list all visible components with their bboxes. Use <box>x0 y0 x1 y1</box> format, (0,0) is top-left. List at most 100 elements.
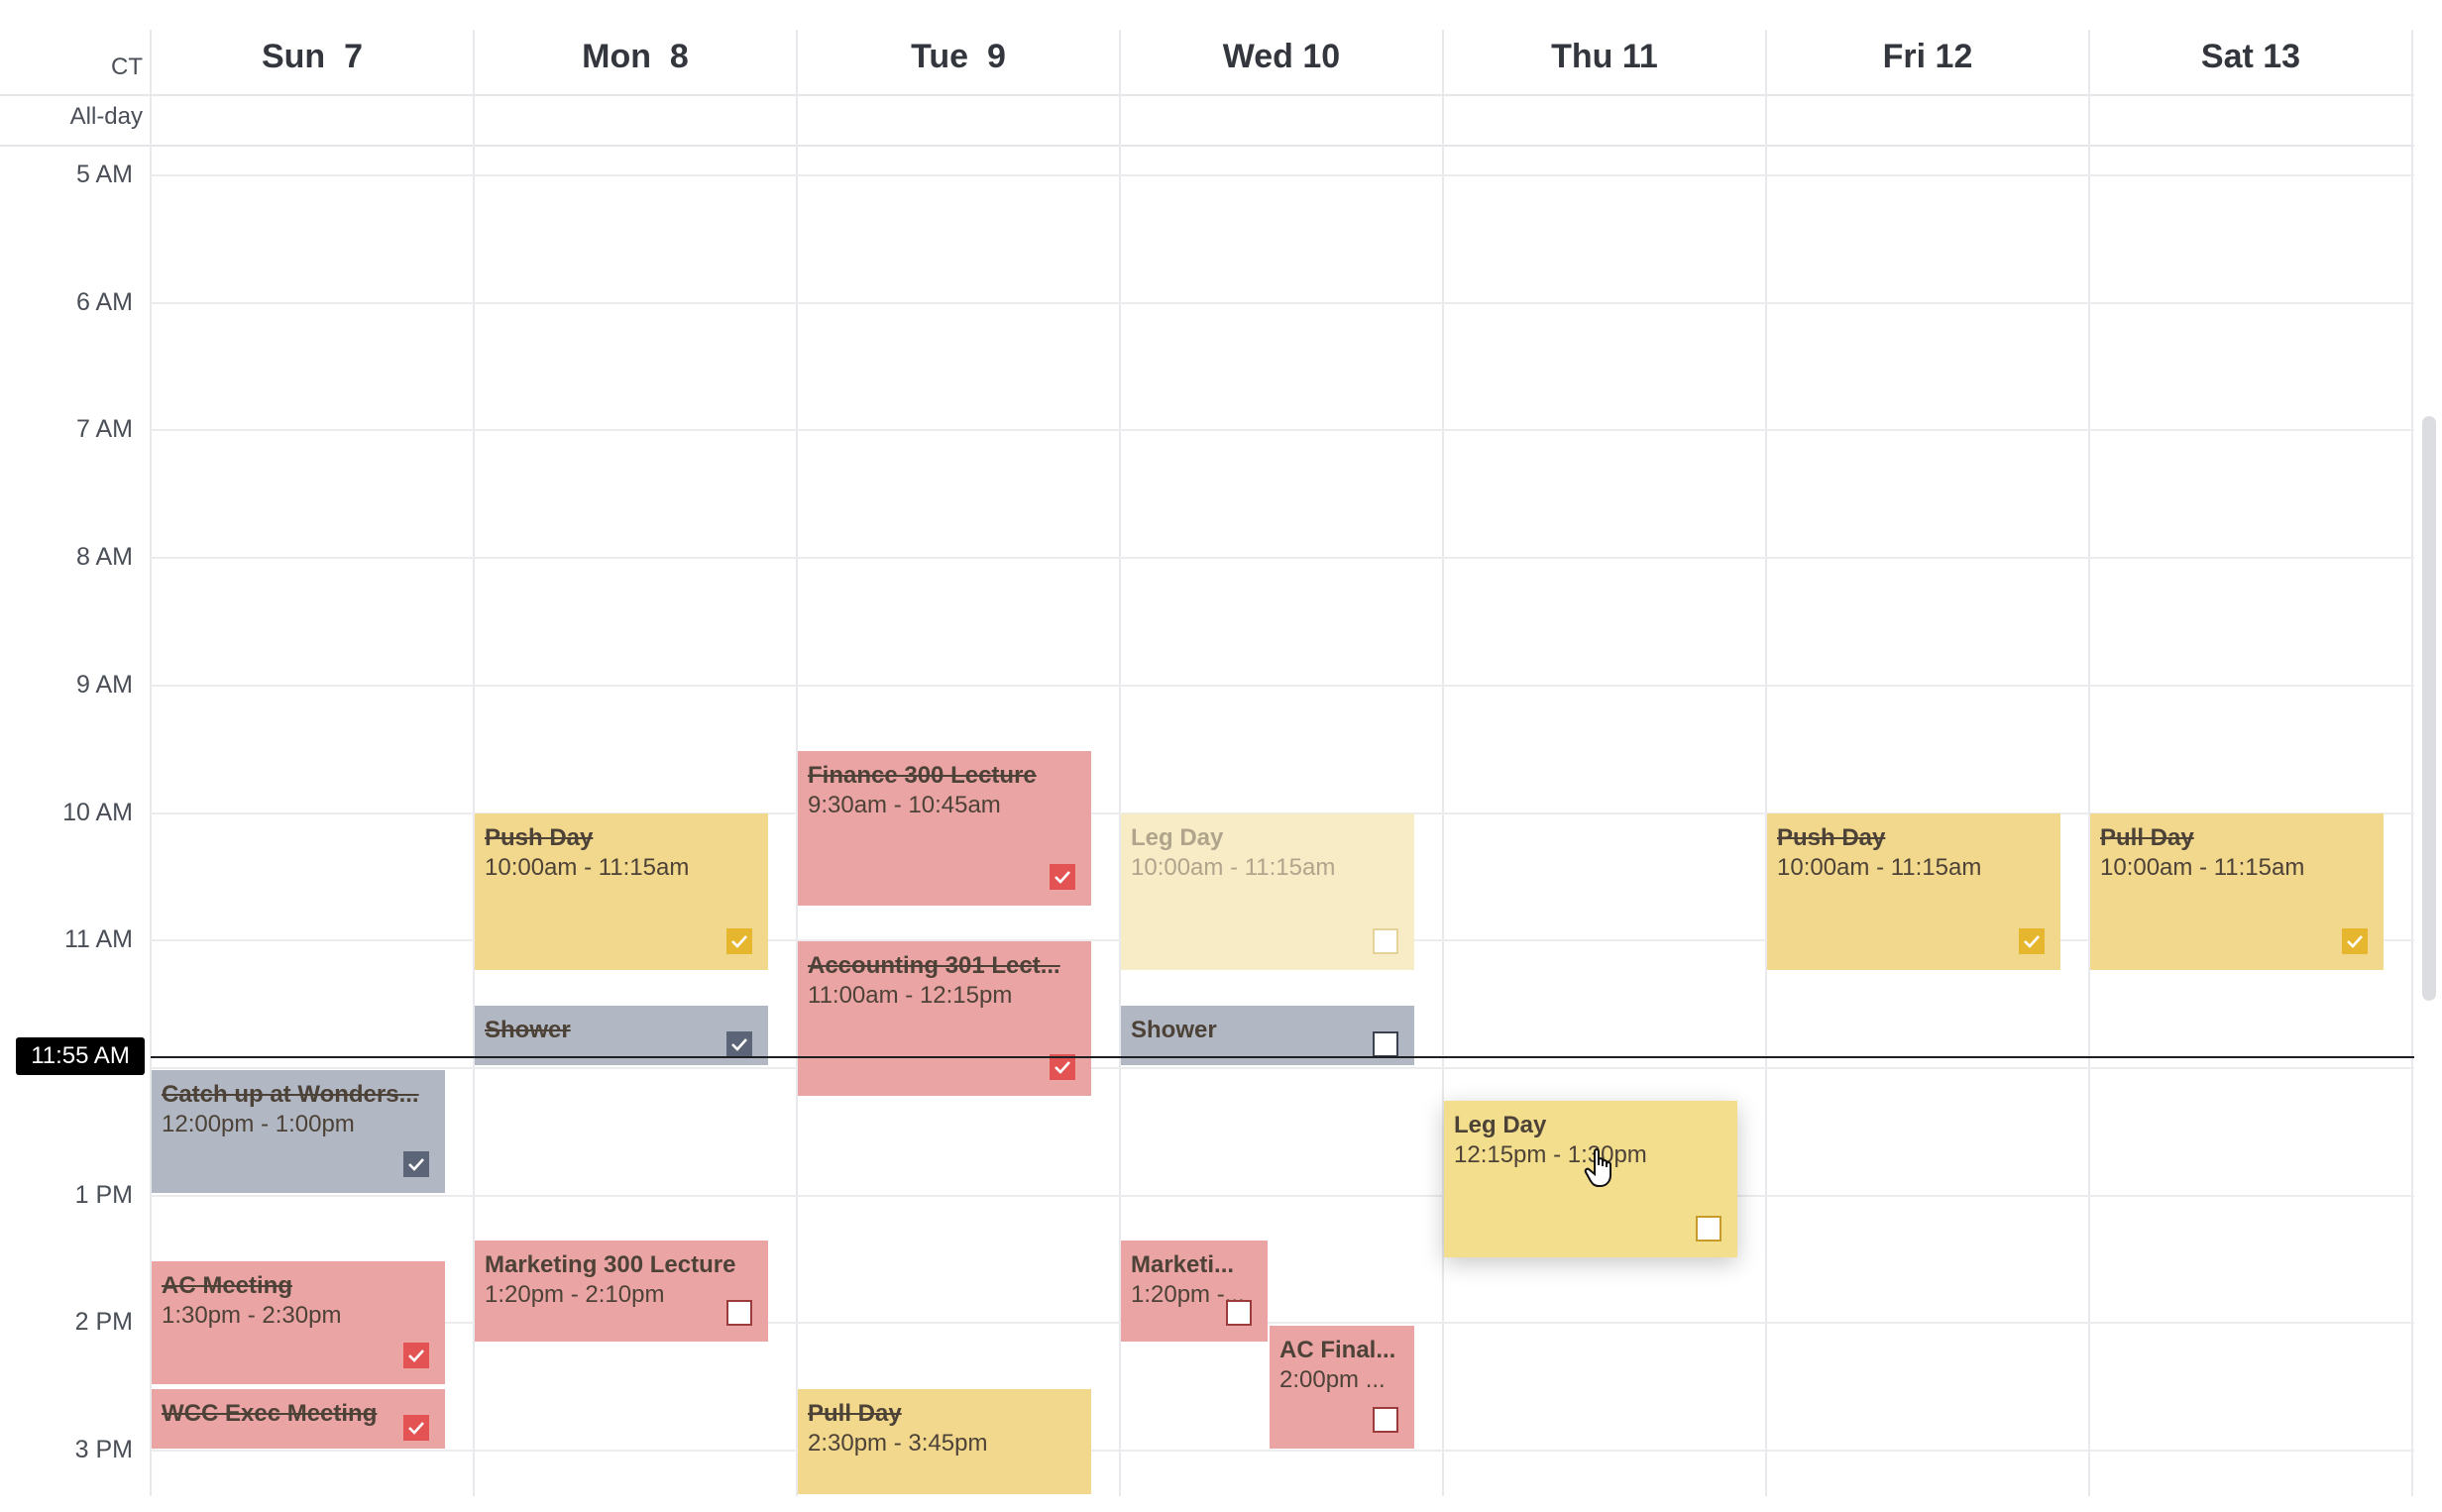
event-time: 10:00am - 11:15am <box>485 854 690 881</box>
event-title: Catch up at Wonders... <box>162 1081 419 1108</box>
event-marketing-lecture[interactable]: Marketing 300 Lecture 1:20pm - 2:10pm <box>475 1241 768 1342</box>
event-title: Finance 300 Lecture <box>808 762 1037 789</box>
checkmark-icon <box>408 1350 424 1362</box>
hour-label: 5 AM <box>76 161 133 188</box>
event-done-checkbox[interactable] <box>726 1300 752 1326</box>
event-leg-day[interactable]: Leg Day 10:00am - 11:15am <box>1121 813 1414 970</box>
hour-label: 2 PM <box>74 1308 133 1336</box>
event-time: 10:00am - 11:15am <box>2100 854 2305 881</box>
event-done-checkbox[interactable] <box>1696 1216 1721 1242</box>
event-accounting-lecture[interactable]: Accounting 301 Lect... 11:00am - 12:15pm <box>798 941 1091 1096</box>
header-divider <box>0 94 2414 96</box>
hour-label: 3 PM <box>74 1436 133 1463</box>
checkmark-icon <box>408 1422 424 1435</box>
event-time: 11:00am - 12:15pm <box>808 982 1013 1009</box>
event-title: AC Final... <box>1279 1337 1396 1363</box>
hour-label: 8 AM <box>76 543 133 571</box>
hour-label: 1 PM <box>74 1181 133 1209</box>
event-done-checkbox[interactable] <box>726 1031 752 1057</box>
hour-label: 10 AM <box>62 799 133 826</box>
hour-gridline <box>151 174 2414 176</box>
hour-label: 6 AM <box>76 288 133 316</box>
hour-gridline <box>151 1195 2414 1197</box>
day-header-thu[interactable]: Thu 11 <box>1443 38 1766 81</box>
allday-label: All-day <box>69 103 143 130</box>
event-title: Pull Day <box>808 1400 902 1427</box>
event-title: Marketi... <box>1131 1251 1235 1278</box>
event-done-checkbox[interactable] <box>2342 928 2368 954</box>
event-catch-up[interactable]: Catch up at Wonders... 12:00pm - 1:00pm <box>152 1070 445 1193</box>
column-divider <box>1442 30 1444 1496</box>
day-header-mon[interactable]: Mon 8 <box>474 38 797 81</box>
hour-gridline <box>151 557 2414 559</box>
event-title: Leg Day <box>1131 824 1224 851</box>
event-time: 1:30pm - 2:30pm <box>162 1302 342 1329</box>
current-time-line <box>151 1056 2414 1058</box>
event-finance-lecture[interactable]: Finance 300 Lecture 9:30am - 10:45am <box>798 751 1091 906</box>
event-title: WCC Exec Meeting <box>162 1400 378 1427</box>
event-done-checkbox[interactable] <box>2019 928 2045 954</box>
event-ac-final[interactable]: AC Final... 2:00pm ... <box>1270 1326 1414 1449</box>
event-marketing-lecture[interactable]: Marketi... 1:20pm -... <box>1121 1241 1268 1342</box>
event-title: Leg Day <box>1454 1112 1547 1138</box>
event-title: Push Day <box>1777 824 1886 851</box>
current-time-badge: 11:55 AM <box>16 1037 145 1075</box>
hour-gridline <box>151 302 2414 304</box>
event-wcc-exec-meeting[interactable]: WCC Exec Meeting <box>152 1389 445 1449</box>
event-done-checkbox[interactable] <box>1050 864 1075 890</box>
column-divider <box>2411 30 2413 1496</box>
week-calendar: CT Sun 7 Mon 8 Tue 9 Wed 10 Thu 11 Fri 1… <box>0 0 2442 1512</box>
hour-gridline <box>151 429 2414 431</box>
event-time: 10:00am - 11:15am <box>1131 854 1336 881</box>
event-done-checkbox[interactable] <box>1226 1300 1252 1326</box>
hour-label: 9 AM <box>76 671 133 699</box>
day-header-sun[interactable]: Sun 7 <box>151 38 474 81</box>
checkmark-icon <box>2347 935 2363 948</box>
hour-gridline <box>151 1067 2414 1069</box>
event-title: Shower <box>485 1017 571 1043</box>
event-title: Marketing 300 Lecture <box>485 1251 736 1278</box>
hour-label: 11 AM <box>63 925 133 953</box>
event-title: Pull Day <box>2100 824 2194 851</box>
day-header-sat[interactable]: Sat 13 <box>2089 38 2412 81</box>
timezone-label: CT <box>111 54 143 80</box>
event-pull-day[interactable]: Pull Day 10:00am - 11:15am <box>2090 813 2384 970</box>
event-title: Accounting 301 Lect... <box>808 952 1060 979</box>
event-title: Shower <box>1131 1017 1217 1043</box>
event-pull-day[interactable]: Pull Day 2:30pm - 3:45pm <box>798 1389 1091 1494</box>
event-ac-meeting[interactable]: AC Meeting 1:30pm - 2:30pm <box>152 1261 445 1384</box>
event-done-checkbox[interactable] <box>1373 1407 1398 1433</box>
checkmark-icon <box>731 1038 747 1051</box>
hour-gridline <box>151 685 2414 687</box>
event-time: 2:00pm ... <box>1279 1366 1386 1393</box>
column-divider <box>1765 30 1767 1496</box>
event-done-checkbox[interactable] <box>403 1415 429 1441</box>
hour-label: 7 AM <box>76 415 133 443</box>
event-title: AC Meeting <box>162 1272 292 1299</box>
hour-gridline <box>151 1450 2414 1452</box>
event-push-day[interactable]: Push Day 10:00am - 11:15am <box>475 813 768 970</box>
event-done-checkbox[interactable] <box>1373 1031 1398 1057</box>
checkmark-icon <box>1054 871 1070 884</box>
hand-pointer-icon <box>1584 1148 1611 1187</box>
event-push-day[interactable]: Push Day 10:00am - 11:15am <box>1767 813 2060 970</box>
event-title: Push Day <box>485 824 594 851</box>
day-header-tue[interactable]: Tue 9 <box>797 38 1120 81</box>
event-done-checkbox[interactable] <box>403 1151 429 1177</box>
checkmark-icon <box>408 1158 424 1171</box>
event-done-checkbox[interactable] <box>403 1343 429 1368</box>
event-time: 9:30am - 10:45am <box>808 792 1001 818</box>
day-header-fri[interactable]: Fri 12 <box>1766 38 2089 81</box>
event-time: 2:30pm - 3:45pm <box>808 1430 988 1457</box>
event-time: 1:20pm - 2:10pm <box>485 1281 665 1308</box>
event-time: 12:00pm - 1:00pm <box>162 1111 355 1137</box>
checkmark-icon <box>731 935 747 948</box>
day-header-wed[interactable]: Wed 10 <box>1120 38 1443 81</box>
checkmark-icon <box>1054 1061 1070 1074</box>
event-done-checkbox[interactable] <box>726 928 752 954</box>
event-done-checkbox[interactable] <box>1373 928 1398 954</box>
checkmark-icon <box>2024 935 2040 948</box>
vertical-scrollbar[interactable] <box>2422 416 2436 1001</box>
allday-divider <box>0 145 2414 147</box>
column-divider <box>2088 30 2090 1496</box>
